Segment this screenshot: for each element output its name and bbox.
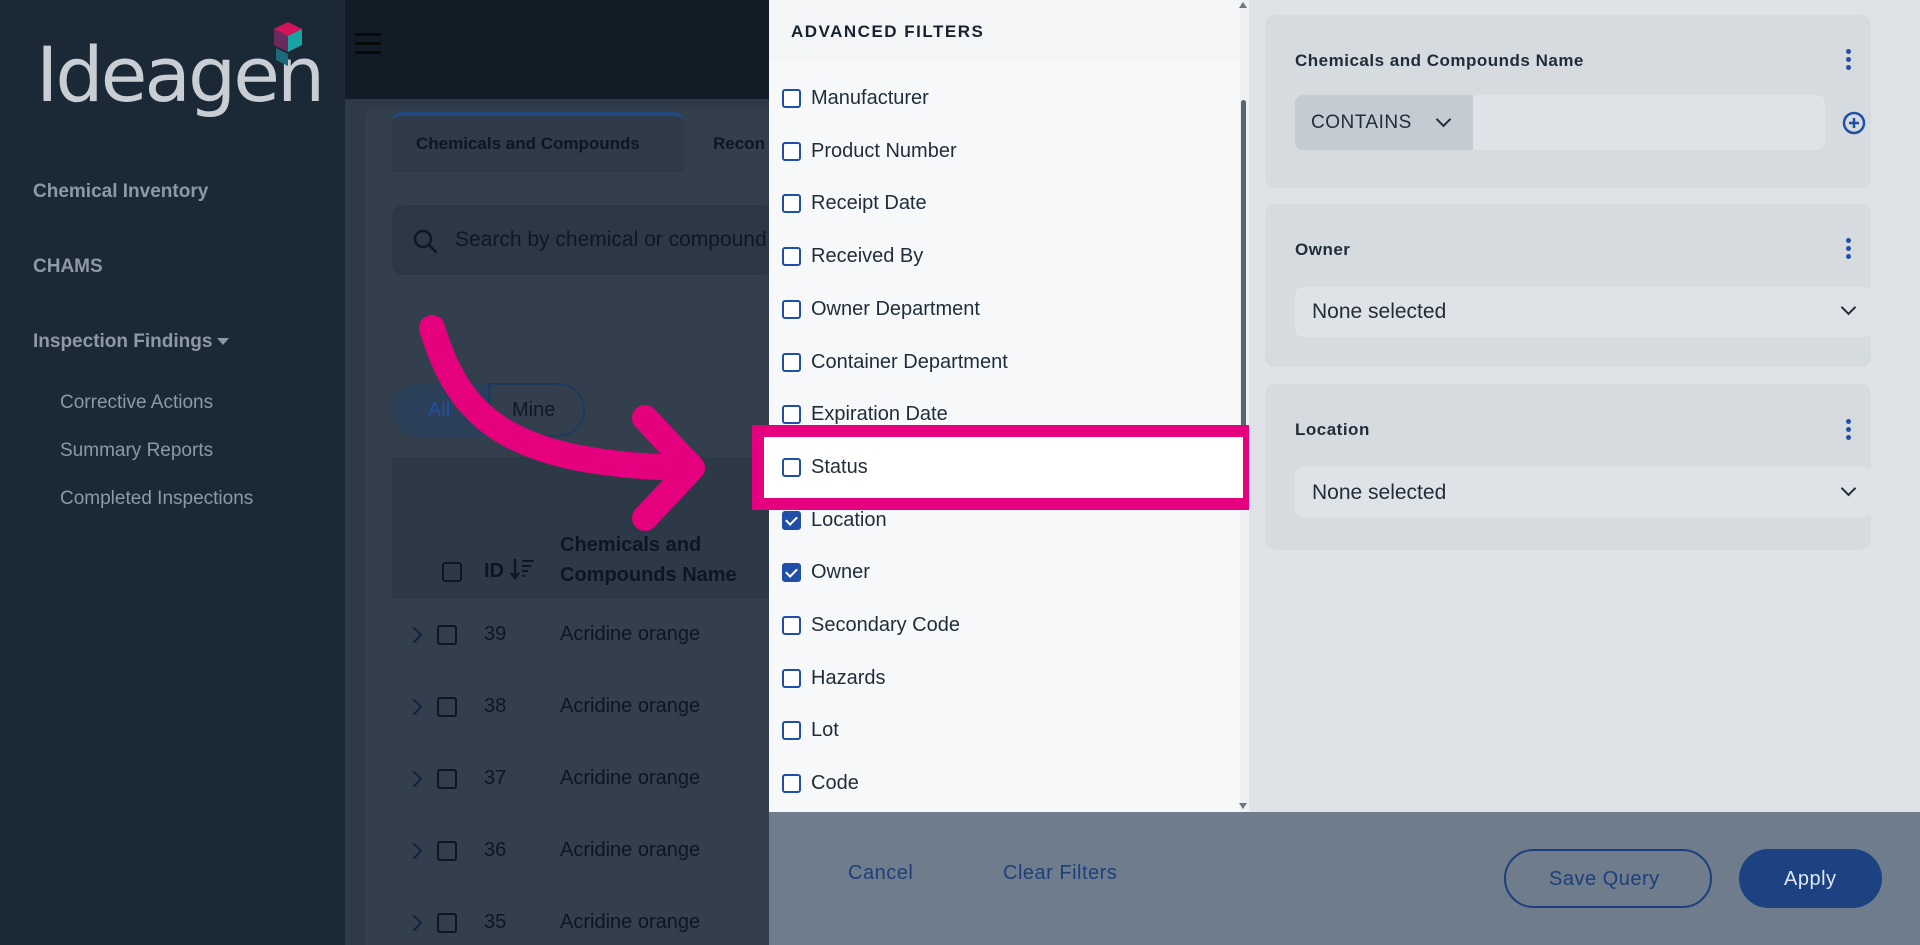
filter-option-checkbox[interactable] <box>782 300 801 319</box>
filter-option-label: Hazards <box>811 667 886 689</box>
operator-label: CONTAINS <box>1311 112 1412 133</box>
location-filter-label: Location <box>1295 420 1370 439</box>
row-checkbox[interactable] <box>437 913 457 933</box>
filter-option-label: Expiration Date <box>811 403 948 425</box>
tab-chemicals-and-compounds[interactable]: Chemicals and Compounds <box>416 134 640 154</box>
filter-option-checkbox[interactable] <box>782 194 801 213</box>
filter-option[interactable]: Lot <box>782 711 1236 751</box>
filter-option[interactable]: Secondary Code <box>782 606 1236 646</box>
filter-option-checkbox[interactable] <box>782 142 801 161</box>
row-name[interactable]: Acridine orange <box>560 911 700 934</box>
add-condition-icon[interactable] <box>1842 111 1866 135</box>
filter-option[interactable]: Received By <box>782 237 1236 277</box>
filter-option-label: Secondary Code <box>811 614 960 636</box>
scroll-up-arrow-icon[interactable] <box>1239 2 1247 8</box>
hamburger-menu-icon[interactable] <box>355 33 381 55</box>
filter-option-checkbox[interactable] <box>782 721 801 740</box>
select-all-checkbox[interactable] <box>442 562 462 582</box>
location-select-value: None selected <box>1312 481 1447 504</box>
row-id: 37 <box>484 767 507 789</box>
sort-descending-icon[interactable] <box>510 556 536 582</box>
filter-option-checkbox[interactable] <box>782 616 801 635</box>
filter-option[interactable]: Manufacturer <box>782 79 1236 119</box>
filter-option-checkbox[interactable] <box>782 669 801 688</box>
row-name[interactable]: Acridine orange <box>560 767 700 790</box>
filter-option-label: Manufacturer <box>811 87 929 109</box>
sidebar-subitem-completed-inspections[interactable]: Completed Inspections <box>60 488 253 510</box>
advanced-filters-title: ADVANCED FILTERS <box>791 22 985 41</box>
logo-cube-icon <box>274 22 302 66</box>
filter-option-label: Owner Department <box>811 298 980 320</box>
name-filter-label: Chemicals and Compounds Name <box>1295 51 1584 70</box>
kebab-menu-icon[interactable] <box>1846 238 1852 262</box>
owner-filter-card <box>1265 204 1871 367</box>
filter-option-label: Owner <box>811 561 870 583</box>
kebab-menu-icon[interactable] <box>1846 49 1852 73</box>
filter-option-label: Product Number <box>811 140 957 162</box>
filter-option-checkbox[interactable] <box>782 563 801 582</box>
row-id: 35 <box>484 911 507 933</box>
sidebar <box>0 0 345 945</box>
row-id: 36 <box>484 839 507 861</box>
filter-option-label: Location <box>811 509 887 531</box>
save-query-label: Save Query <box>1549 868 1660 890</box>
sidebar-item-chemical-inventory[interactable]: Chemical Inventory <box>33 181 208 203</box>
row-name[interactable]: Acridine orange <box>560 695 700 718</box>
row-checkbox[interactable] <box>437 625 457 645</box>
row-checkbox[interactable] <box>437 841 457 861</box>
search-icon <box>413 229 438 254</box>
filter-option[interactable]: Product Number <box>782 132 1236 172</box>
filter-option-checkbox[interactable] <box>782 353 801 372</box>
sidebar-item-inspection-findings[interactable]: Inspection Findings <box>33 331 230 353</box>
row-name[interactable]: Acridine orange <box>560 839 700 862</box>
kebab-menu-icon[interactable] <box>1846 419 1852 443</box>
filter-option[interactable]: Expiration Date <box>782 395 1236 435</box>
column-header-name-line2: Compounds Name <box>560 564 737 586</box>
clear-filters-button[interactable]: Clear Filters <box>1003 862 1117 885</box>
sidebar-item-label: Inspection Findings <box>33 331 213 352</box>
tab-recon[interactable]: Recon <box>713 134 765 154</box>
filter-option-checkbox[interactable] <box>782 458 801 477</box>
filter-option[interactable]: Owner Department <box>782 290 1236 330</box>
name-filter-input[interactable] <box>1473 95 1825 150</box>
sidebar-subitem-summary-reports[interactable]: Summary Reports <box>60 440 213 462</box>
cancel-button[interactable]: Cancel <box>848 862 913 885</box>
filter-option[interactable]: Container Department <box>782 343 1236 383</box>
ideagen-logo[interactable]: Ideagen <box>36 22 326 119</box>
filter-option-label: Received By <box>811 245 924 267</box>
filter-option-label: Lot <box>811 719 839 741</box>
filter-option-checkbox[interactable] <box>782 247 801 266</box>
filter-option[interactable]: Location <box>782 501 1236 541</box>
filter-option[interactable]: Owner <box>782 553 1236 593</box>
filter-option[interactable]: Status <box>782 448 1236 488</box>
filter-option-label: Status <box>811 456 868 478</box>
filter-option-label: Receipt Date <box>811 192 927 214</box>
pointer-arrow-icon <box>419 315 705 531</box>
column-header-id[interactable]: ID <box>484 560 504 583</box>
filter-option[interactable]: Code <box>782 764 1236 804</box>
row-checkbox[interactable] <box>437 769 457 789</box>
scroll-down-arrow-icon[interactable] <box>1239 803 1247 809</box>
owner-filter-label: Owner <box>1295 240 1351 259</box>
filters-scrollbar-thumb[interactable] <box>1241 100 1246 465</box>
filter-option[interactable]: Hazards <box>782 659 1236 699</box>
owner-select-value: None selected <box>1312 300 1447 323</box>
search-placeholder: Search by chemical or compound <box>455 228 767 251</box>
filter-option-checkbox[interactable] <box>782 774 801 793</box>
filter-option-checkbox[interactable] <box>782 89 801 108</box>
filter-option-label: Container Department <box>811 351 1008 373</box>
filter-option-checkbox[interactable] <box>782 405 801 424</box>
row-name[interactable]: Acridine orange <box>560 623 700 646</box>
filter-option[interactable]: Receipt Date <box>782 184 1236 224</box>
sidebar-item-chams[interactable]: CHAMS <box>33 256 103 278</box>
sidebar-subitem-corrective-actions[interactable]: Corrective Actions <box>60 392 213 414</box>
row-id: 39 <box>484 623 507 645</box>
filter-option-checkbox[interactable] <box>782 511 801 530</box>
row-id: 38 <box>484 695 507 717</box>
filter-option-label: Code <box>811 772 859 794</box>
top-bar <box>345 0 770 99</box>
row-checkbox[interactable] <box>437 697 457 717</box>
apply-label: Apply <box>1784 868 1837 890</box>
caret-down-icon <box>217 338 230 346</box>
